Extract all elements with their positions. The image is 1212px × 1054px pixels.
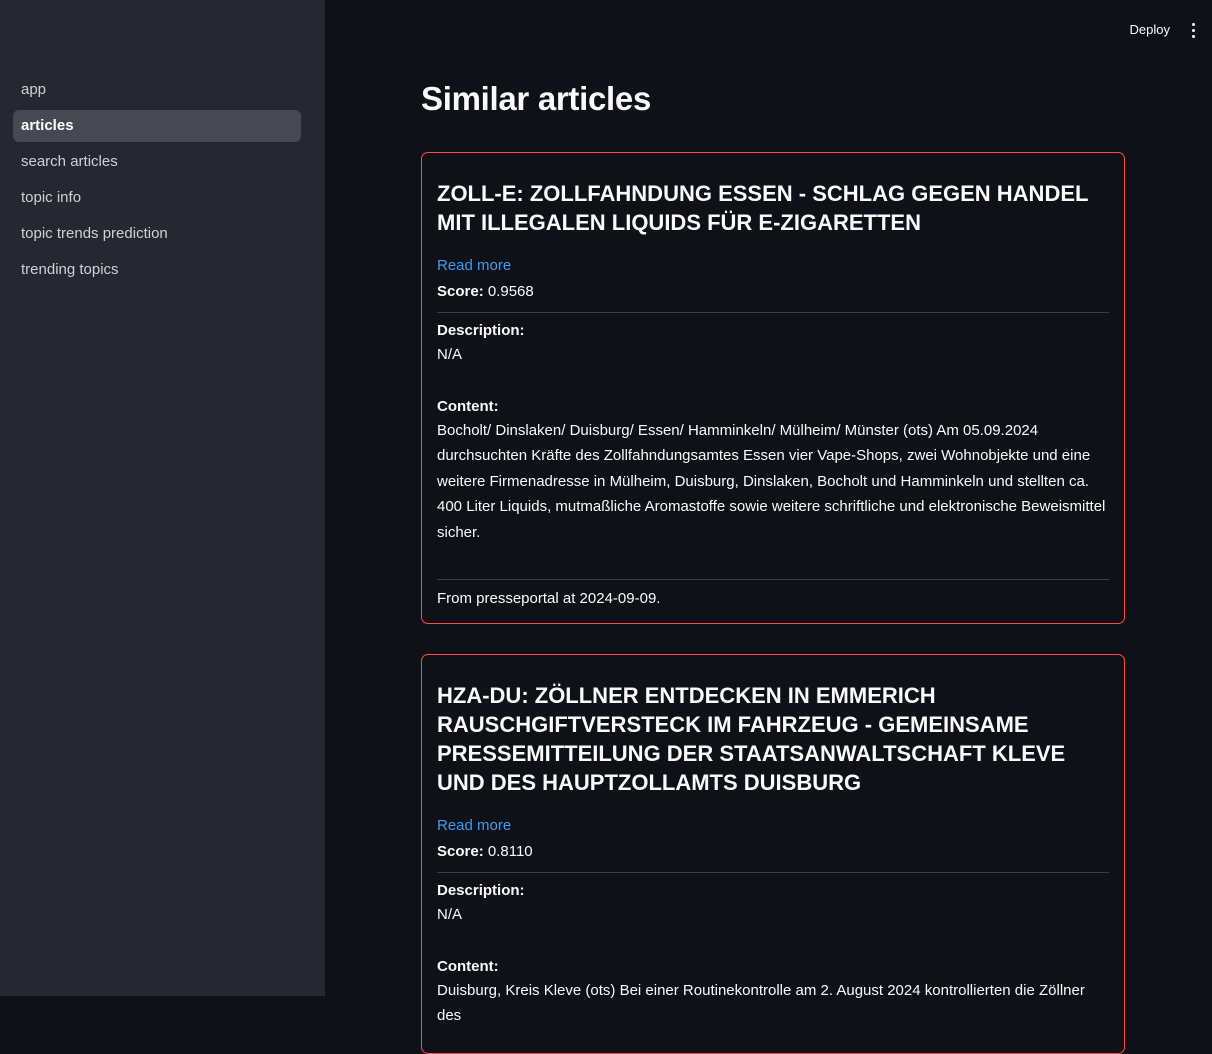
vertical-dots-icon[interactable] [1184,18,1202,42]
read-more-link[interactable]: Read more [437,815,511,837]
article-card: HZA-DU: ZÖLLNER ENTDECKEN IN EMMERICH RA… [421,654,1125,1054]
deploy-button[interactable]: Deploy [1116,18,1184,42]
article-card: ZOLL-E: ZOLLFAHNDUNG ESSEN - SCHLAG GEGE… [421,152,1125,624]
header-toolbar: Deploy [1116,18,1202,42]
description-label: Description: [437,322,525,339]
article-source: From presseportal at 2024-09-09. [437,590,661,607]
divider [437,312,1109,313]
description-value: N/A [437,906,463,923]
sidebar: app articles search articles topic info … [0,0,325,996]
article-score: Score: 0.8110 [437,841,1109,863]
content-label: Content: [437,957,499,975]
page-title: Similar articles [421,80,652,117]
sidebar-item-search-articles[interactable]: search articles [13,146,301,178]
score-label: Score: [437,283,484,300]
sidebar-item-app[interactable]: app [13,74,301,106]
content-label: Content: [437,397,499,415]
score-label: Score: [437,843,484,860]
article-title: HZA-DU: ZÖLLNER ENTDECKEN IN EMMERICH RA… [437,683,1066,795]
content-value: Duisburg, Kreis Kleve (ots) Bei einer Ro… [437,981,1085,1025]
sidebar-nav: app articles search articles topic info … [13,74,301,290]
read-more-link[interactable]: Read more [437,255,511,277]
sidebar-item-topic-info[interactable]: topic info [13,182,301,214]
article-title: ZOLL-E: ZOLLFAHNDUNG ESSEN - SCHLAG GEGE… [437,181,1089,235]
description-value: N/A [437,346,463,363]
divider [437,579,1109,580]
content-value: Bocholt/ Dinslaken/ Duisburg/ Essen/ Ham… [437,421,1106,541]
description-label: Description: [437,882,525,899]
sidebar-item-topic-trends-prediction[interactable]: topic trends prediction [13,218,301,250]
sidebar-item-trending-topics[interactable]: trending topics [13,254,301,286]
divider [437,872,1109,873]
main-content: Deploy Similar articles ZOLL-E: ZOLLFAHN… [325,0,1212,1054]
sidebar-item-articles[interactable]: articles [13,110,301,142]
article-score: Score: 0.9568 [437,281,1109,303]
score-value: 0.8110 [487,843,533,860]
score-value: 0.9568 [487,283,534,300]
